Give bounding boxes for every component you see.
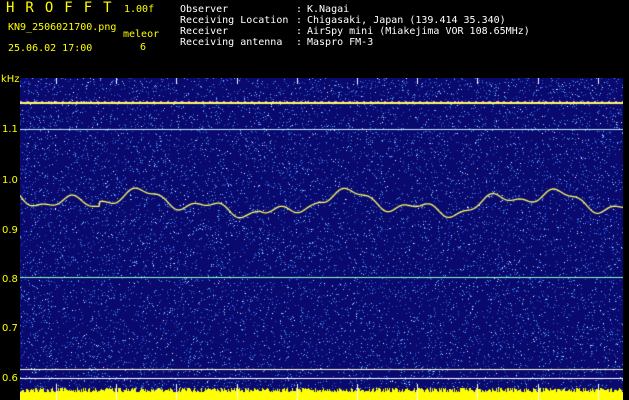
y-tick-label: 0.6 <box>2 373 18 384</box>
y-tick-label: 0.7 <box>2 323 18 334</box>
antenna-colon: : <box>296 37 303 48</box>
meleor-count: 6 <box>140 42 147 53</box>
spectrogram <box>20 78 623 400</box>
datetime-label: 25.06.02 17:00 <box>8 43 93 54</box>
y-tick-label: 1.0 <box>2 175 18 186</box>
version-label: 1.00f <box>124 4 155 15</box>
spectrogram-canvas <box>20 78 623 400</box>
hrofft-display: HROFFT 1.00f KN9_2506021700.png meleor 2… <box>0 0 629 400</box>
y-tick-label: 0.9 <box>2 225 18 236</box>
filename-label: KN9_2506021700.png <box>8 22 117 33</box>
antenna-key: Receiving antenna <box>180 37 283 48</box>
y-tick-label: 0.8 <box>2 274 18 285</box>
brand-title: HROFFT <box>6 0 123 16</box>
antenna-value: Maspro FM-3 <box>307 37 374 48</box>
y-axis-unit: kHz <box>1 74 20 85</box>
meleor-label: meleor <box>123 29 160 40</box>
y-tick-label: 1.1 <box>2 124 18 135</box>
